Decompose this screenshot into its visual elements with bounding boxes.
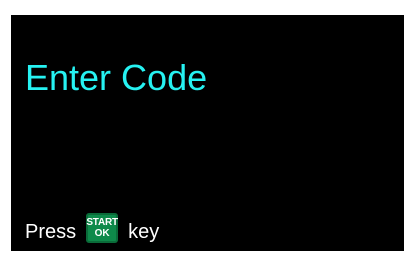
start-key-label: START bbox=[86, 217, 118, 228]
prompt-press-text: Press bbox=[25, 221, 77, 243]
instruction-prompt: Press START OK key bbox=[25, 213, 160, 245]
screen-title: Enter Code bbox=[25, 57, 208, 98]
ok-key-label: OK bbox=[94, 228, 110, 239]
prompt-key-text: key bbox=[128, 221, 160, 243]
start-ok-key-icon: START OK bbox=[86, 213, 119, 243]
display-screen: Enter Code Press START OK key bbox=[11, 15, 404, 251]
